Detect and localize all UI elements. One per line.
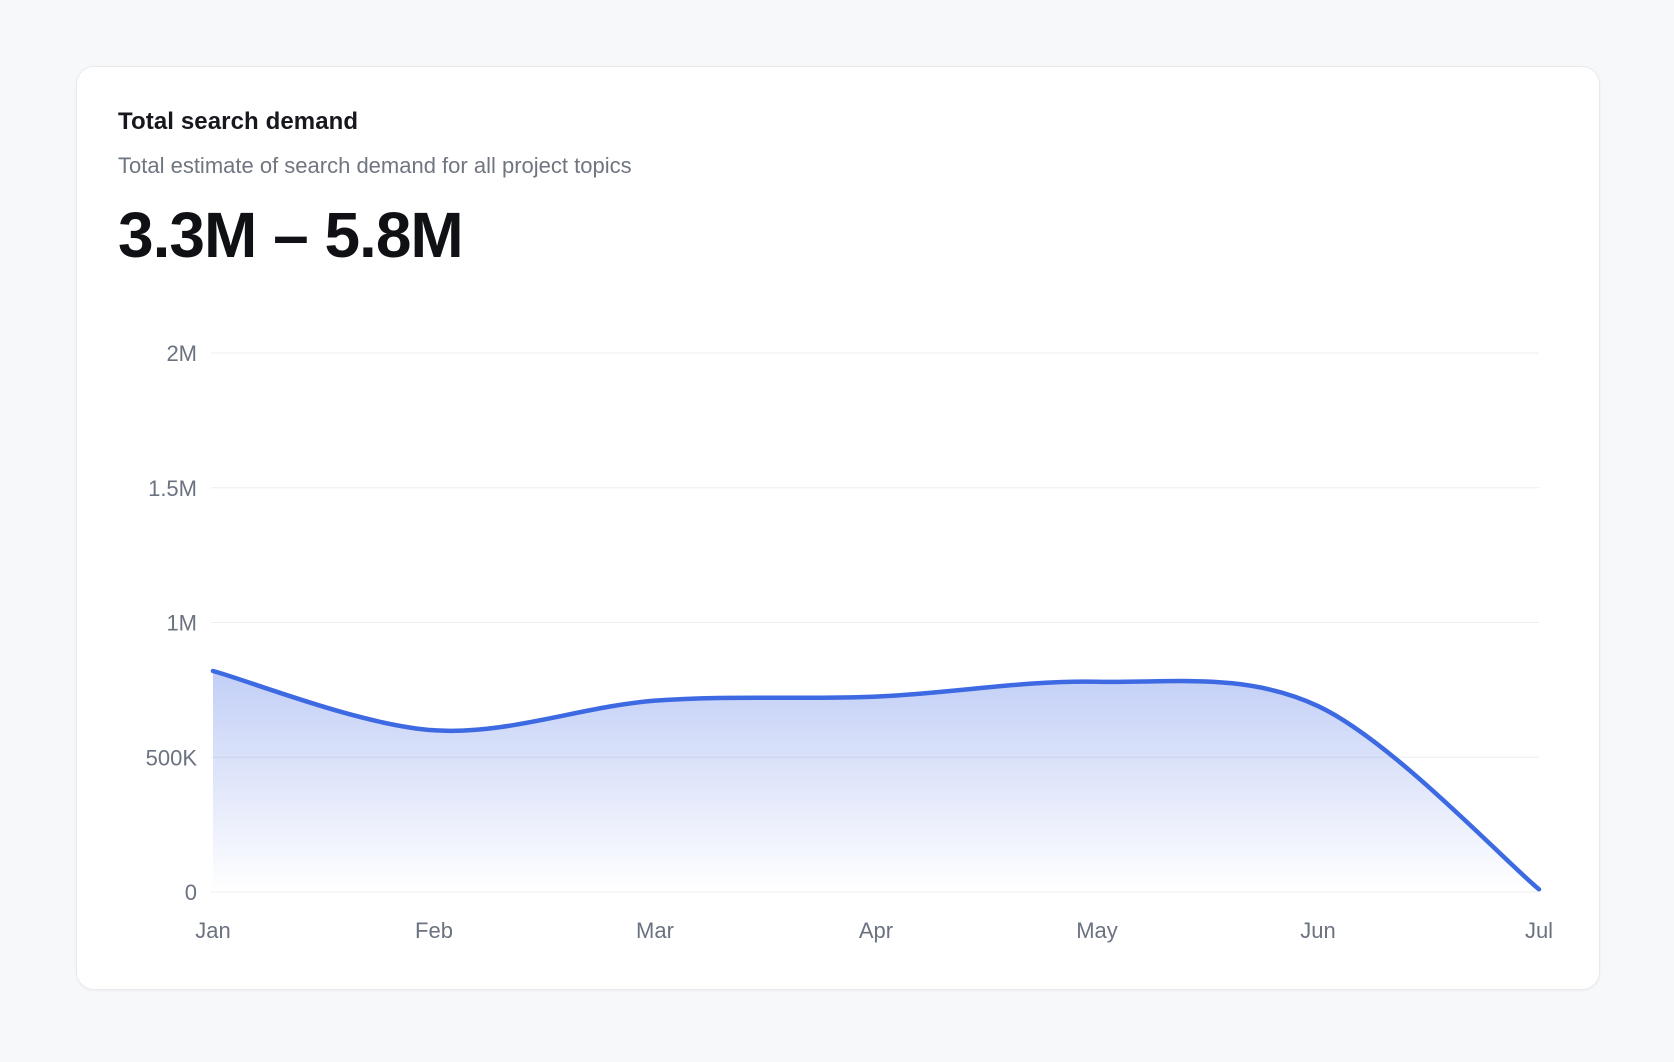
x-axis-label: Jan <box>195 918 230 943</box>
demand-area-fill <box>213 671 1539 892</box>
demand-area-chart[interactable]: 0 500K 1M 1.5M 2M Jan Feb Mar Apr May Jun Jul <box>77 67 1599 989</box>
y-axis-label: 500K <box>146 745 198 770</box>
y-axis-label: 2M <box>166 341 197 366</box>
x-axis-label: Jul <box>1525 918 1553 943</box>
y-axis-label: 1M <box>166 611 197 636</box>
x-axis-label: Jun <box>1300 918 1335 943</box>
y-axis-label: 1.5M <box>148 476 197 501</box>
y-axis-label: 0 <box>185 880 197 905</box>
x-axis-label: May <box>1076 918 1118 943</box>
chart-canvas[interactable]: 0 500K 1M 1.5M 2M Jan Feb Mar Apr May Jun Jul <box>77 67 1601 991</box>
x-axis-label: Mar <box>636 918 674 943</box>
x-axis-label: Apr <box>859 918 893 943</box>
page-background: { "page": { "background_color": "#f7f8fa… <box>0 0 1674 1062</box>
total-search-demand-card: Total search demand Total estimate of se… <box>76 66 1600 990</box>
x-axis-label: Feb <box>415 918 453 943</box>
